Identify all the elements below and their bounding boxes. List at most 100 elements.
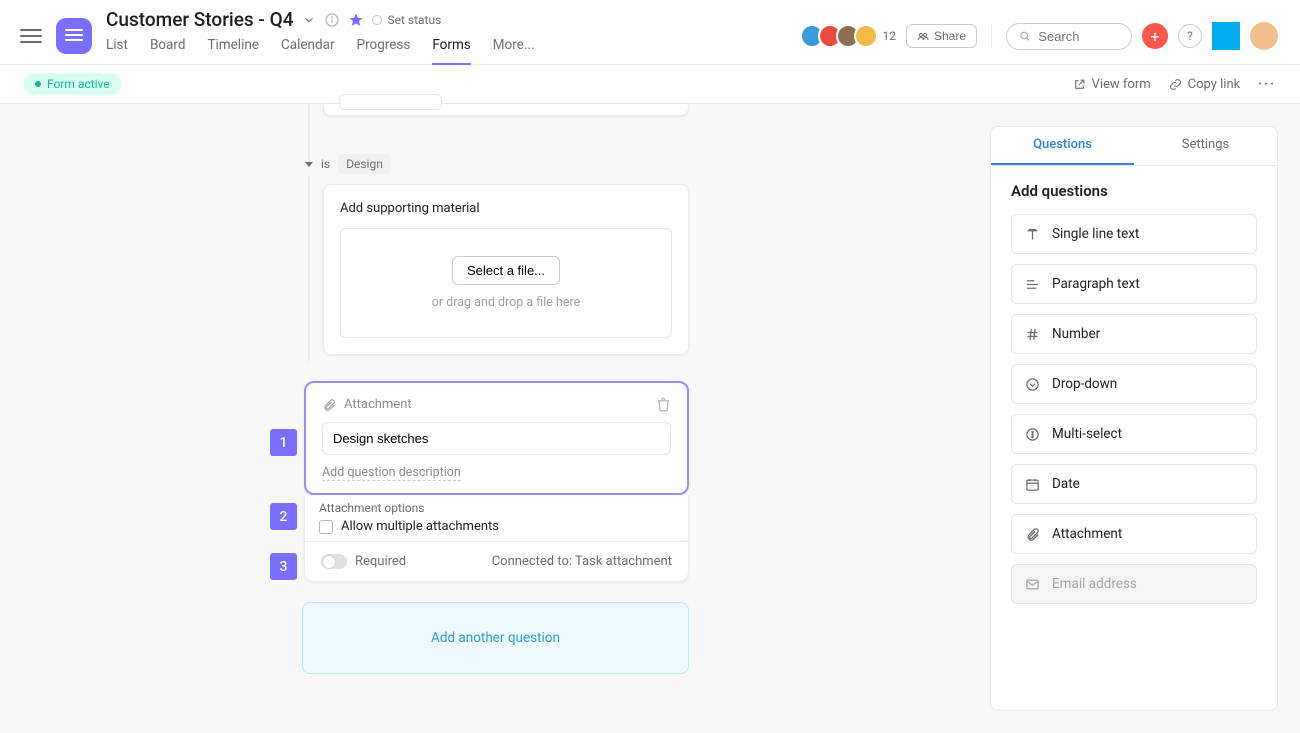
help-button[interactable]: ?	[1178, 24, 1202, 48]
copy-link-label: Copy link	[1188, 77, 1241, 92]
question-type-date[interactable]: Date	[1011, 464, 1257, 504]
external-icon	[1073, 78, 1086, 91]
global-add-button[interactable]: +	[1142, 23, 1168, 49]
tab-board[interactable]: Board	[150, 37, 186, 65]
view-form-label: View form	[1092, 77, 1151, 92]
question-card[interactable]: Attachment Add question description	[304, 381, 689, 495]
main-tabs: List Board Timeline Calendar Progress Forms Mo…	[106, 37, 535, 65]
project-icon	[56, 18, 92, 54]
branch-value: Design	[338, 154, 391, 174]
org-switcher[interactable]	[1212, 22, 1240, 50]
tab-timeline[interactable]: Timeline	[207, 37, 259, 65]
chevron-down-icon	[305, 162, 313, 167]
hamburger-menu[interactable]	[20, 29, 42, 43]
allow-multiple-label: Allow multiple attachments	[341, 519, 499, 534]
sidepanel-tabs: QuestionsSettings	[991, 127, 1277, 166]
share-label: Share	[934, 29, 966, 43]
supporting-material-card: Add supporting material Select a file...…	[323, 184, 689, 355]
sidepanel-title: Add questions	[1011, 182, 1257, 200]
collaborator-avatars[interactable]: 12	[806, 24, 896, 48]
date-icon	[1024, 476, 1040, 492]
question-type-multiselect[interactable]: Multi-select	[1011, 414, 1257, 454]
question-type-number[interactable]: Number	[1011, 314, 1257, 354]
dropdown-icon	[1024, 376, 1040, 392]
number-icon	[1024, 326, 1040, 342]
set-status-label: Set status	[388, 13, 442, 27]
avatar-count: 12	[882, 29, 896, 43]
question-type-label: Single line text	[1052, 226, 1139, 242]
sidepanel-tab-settings[interactable]: Settings	[1134, 127, 1277, 165]
tab-list[interactable]: List	[106, 37, 128, 65]
page-title: Customer Stories - Q4	[106, 8, 294, 31]
required-label: Required	[355, 554, 406, 569]
tab-forms[interactable]: Forms	[432, 37, 470, 65]
select-file-button[interactable]: Select a file...	[452, 256, 560, 285]
avatar	[854, 24, 878, 48]
drop-hint: or drag and drop a file here	[432, 295, 581, 310]
checkbox[interactable]	[319, 520, 333, 534]
question-type-paragraph[interactable]: Paragraph text	[1011, 264, 1257, 304]
question-footer: Required Connected to: Task attachment	[304, 541, 689, 582]
connected-to: Connected to: Task attachment	[492, 554, 672, 569]
view-form-link[interactable]: View form	[1073, 77, 1151, 92]
file-dropzone[interactable]: Select a file... or drag and drop a file…	[340, 228, 672, 338]
search-icon	[1019, 29, 1030, 43]
link-icon	[1169, 78, 1182, 91]
branch-is: is	[321, 157, 330, 171]
star-icon[interactable]	[348, 12, 364, 28]
email-icon	[1024, 576, 1040, 592]
branch-condition[interactable]: is Design	[305, 154, 391, 174]
tab-progress[interactable]: Progress	[357, 37, 411, 65]
add-description-link[interactable]: Add question description	[322, 465, 461, 481]
question-type-text[interactable]: Single line text	[1011, 214, 1257, 254]
question-type-label: Multi-select	[1052, 426, 1122, 442]
copy-link[interactable]: Copy link	[1169, 77, 1241, 92]
required-toggle[interactable]	[321, 554, 347, 569]
options-title: Attachment options	[319, 501, 672, 515]
form-status-badge: Form active	[24, 73, 121, 95]
share-button[interactable]: Share	[906, 24, 977, 48]
attachment-icon	[322, 398, 336, 412]
current-user-avatar[interactable]	[1250, 22, 1278, 50]
question-type-label: Date	[1052, 476, 1080, 492]
attachment-icon	[1024, 526, 1040, 542]
allow-multiple-row[interactable]: Allow multiple attachments	[319, 519, 672, 534]
tab-calendar[interactable]: Calendar	[281, 37, 335, 65]
tab-more[interactable]: More...	[493, 37, 535, 65]
sidepanel-tab-questions[interactable]: Questions	[991, 127, 1134, 165]
question-type-label: Paragraph text	[1052, 276, 1140, 292]
question-type-label: Drop-down	[1052, 376, 1117, 392]
question-type-label: Attachment	[1052, 526, 1122, 542]
question-type-dropdown[interactable]: Drop-down	[1011, 364, 1257, 404]
add-another-question[interactable]: Add another question	[302, 602, 689, 674]
status-circle-icon	[372, 15, 382, 25]
form-status-label: Form active	[47, 77, 110, 91]
question-type-label: Email address	[1052, 576, 1137, 592]
paragraph-icon	[1024, 276, 1040, 292]
title-chevron-icon[interactable]	[302, 13, 316, 27]
previous-card-field	[339, 94, 442, 110]
divider	[991, 24, 992, 48]
text-icon	[1024, 226, 1040, 242]
step-marker-3: 3	[270, 553, 297, 580]
multiselect-icon	[1024, 426, 1040, 442]
trash-icon	[656, 397, 671, 412]
info-icon[interactable]	[324, 12, 340, 28]
people-icon	[917, 30, 929, 42]
question-options: Attachment options Allow multiple attach…	[304, 495, 689, 544]
branch-line	[308, 176, 310, 361]
question-type-attachment[interactable]: Attachment	[1011, 514, 1257, 554]
question-type-list: Single line text Paragraph text Number Drop…	[1011, 214, 1257, 604]
more-menu[interactable]: ···	[1258, 77, 1276, 92]
question-type-label: Attachment	[344, 397, 412, 412]
supporting-title: Add supporting material	[340, 201, 672, 216]
question-title-input[interactable]	[322, 422, 671, 455]
step-marker-1: 1	[270, 429, 297, 456]
question-type-email: Email address	[1011, 564, 1257, 604]
step-marker-2: 2	[270, 503, 297, 530]
delete-question-button[interactable]	[656, 397, 671, 412]
search-input[interactable]	[1038, 29, 1119, 44]
search-box[interactable]	[1006, 23, 1132, 50]
set-status[interactable]: Set status	[372, 13, 442, 27]
question-type-label: Number	[1052, 326, 1100, 342]
